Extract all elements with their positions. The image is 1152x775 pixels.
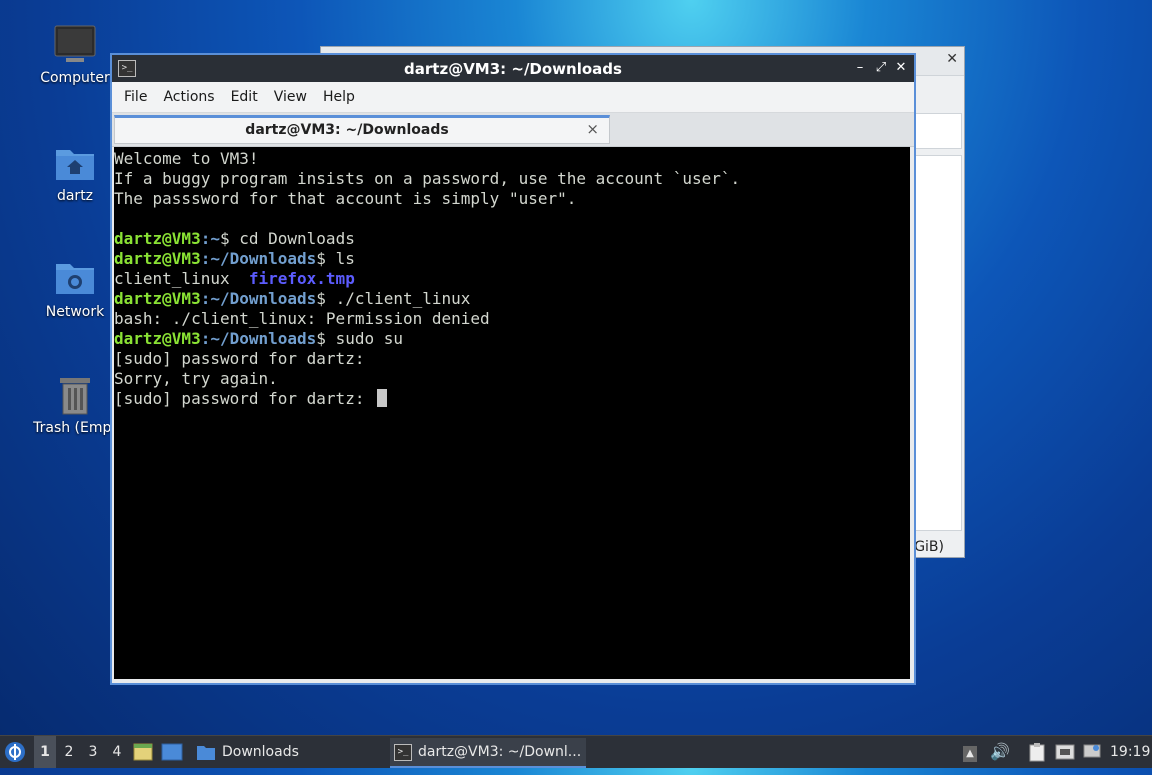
workspace-2[interactable]: 2 <box>58 736 80 768</box>
home-folder-icon <box>54 142 96 184</box>
tab-bar: dartz@VM3: ~/Downloads × <box>112 113 914 147</box>
task-label: dartz@VM3: ~/Downl... <box>418 744 582 760</box>
terminal-tab[interactable]: dartz@VM3: ~/Downloads × <box>114 115 610 144</box>
terminal-line: bash: ./client_linux: Permission denied <box>114 309 490 328</box>
clock[interactable]: 19:19 <box>1110 736 1150 768</box>
terminal-titlebar[interactable]: >_ dartz@VM3: ~/Downloads – ⤢ ✕ <box>112 55 914 82</box>
terminal-output[interactable]: Welcome to VM3! If a buggy program insis… <box>114 147 910 679</box>
terminal-window[interactable]: >_ dartz@VM3: ~/Downloads – ⤢ ✕ File Act… <box>110 53 916 685</box>
menu-help[interactable]: Help <box>315 89 363 105</box>
folder-icon <box>197 746 215 760</box>
update-tray[interactable] <box>1083 736 1103 768</box>
file-manager-icon <box>133 743 153 761</box>
terminal-line: Sorry, try again. <box>114 369 278 388</box>
computer-icon <box>54 24 96 66</box>
task-label: Downloads <box>222 744 299 760</box>
terminal-cursor <box>377 389 388 407</box>
workspace-1[interactable]: 1 <box>34 736 56 768</box>
menu-actions[interactable]: Actions <box>155 89 222 105</box>
terminal-icon: >_ <box>394 743 412 761</box>
background-window-panel <box>914 113 962 149</box>
taskbar-task-downloads[interactable]: Downloads <box>192 738 386 766</box>
tab-close-button[interactable]: × <box>586 120 599 138</box>
terminal-line: The passsword for that account is simply… <box>114 189 577 208</box>
terminal-line: Welcome to VM3! <box>114 149 259 168</box>
taskbar-task-terminal[interactable]: >_ dartz@VM3: ~/Downl... <box>390 738 586 768</box>
menu-file[interactable]: File <box>116 89 155 105</box>
terminal-line: dartz@VM3:~/Downloads$ ls <box>114 249 355 268</box>
minimize-button[interactable]: – <box>850 58 870 78</box>
tray-expand-button[interactable]: ▲ <box>963 736 981 768</box>
menu-bar: File Actions Edit View Help <box>112 82 914 113</box>
workspace-3[interactable]: 3 <box>82 736 104 768</box>
workspace-4[interactable]: 4 <box>106 736 128 768</box>
terminal-line: [sudo] password for dartz: <box>114 349 365 368</box>
terminal-line: dartz@VM3:~$ cd Downloads <box>114 229 355 248</box>
close-button[interactable]: ✕ <box>891 58 911 78</box>
menu-view[interactable]: View <box>266 89 315 105</box>
volume-control[interactable]: 🔊 <box>990 736 1012 768</box>
terminal-line: [sudo] password for dartz: <box>114 389 910 409</box>
window-title: dartz@VM3: ~/Downloads <box>404 60 622 78</box>
quicklaunch-files[interactable] <box>133 736 155 768</box>
menu-edit[interactable]: Edit <box>223 89 266 105</box>
volume-icon: 🔊 <box>990 742 1010 761</box>
lxqt-logo-icon <box>5 742 25 762</box>
taskbar: 1 2 3 4 Downloads >_ dartz@VM3: ~/Downl.… <box>0 735 1152 768</box>
clipboard-icon <box>1029 743 1045 762</box>
terminal-line: client_linux firefox.tmp <box>114 269 355 288</box>
maximize-button[interactable]: ⤢ <box>871 58 891 78</box>
terminal-line: dartz@VM3:~/Downloads$ sudo su <box>114 329 403 348</box>
network-wired-icon <box>1055 744 1075 760</box>
close-icon[interactable]: ✕ <box>946 51 958 67</box>
network-folder-icon <box>54 258 96 300</box>
chevron-up-icon: ▲ <box>963 746 977 762</box>
start-menu-button[interactable] <box>4 736 28 768</box>
clipboard-tray[interactable] <box>1028 736 1048 768</box>
tab-title: dartz@VM3: ~/Downloads <box>245 122 449 138</box>
background-window-content <box>914 155 962 531</box>
background-window-partial-text: GiB) <box>914 539 944 555</box>
screen-icon <box>1083 744 1101 758</box>
show-desktop-icon <box>161 743 183 761</box>
terminal-line: If a buggy program insists on a password… <box>114 169 741 188</box>
trash-icon <box>54 374 96 416</box>
network-tray[interactable] <box>1055 736 1077 768</box>
quicklaunch-desktop[interactable] <box>161 736 185 768</box>
terminal-line: dartz@VM3:~/Downloads$ ./client_linux <box>114 289 471 308</box>
